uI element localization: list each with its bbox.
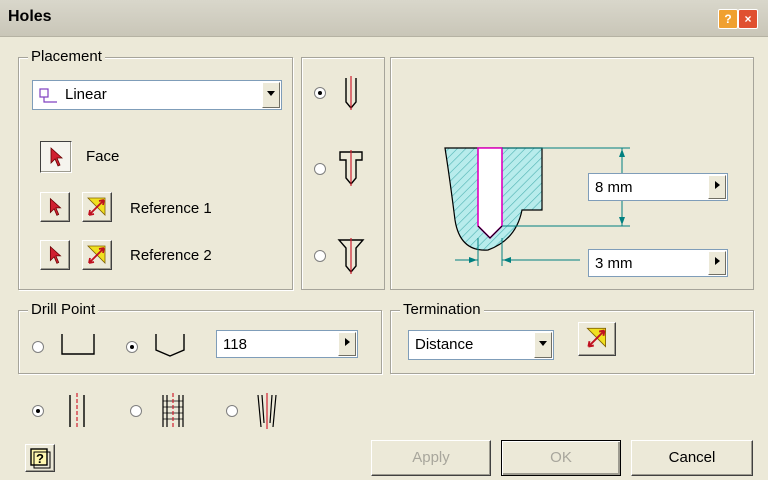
point-angle-menu-button[interactable] <box>338 332 356 356</box>
titlebar-close-button[interactable]: × <box>738 9 758 29</box>
flip-direction-icon <box>586 327 606 348</box>
reference1-flip-button[interactable] <box>82 192 112 222</box>
window-title: Holes <box>8 8 52 25</box>
drilled-hole-icon <box>345 76 357 110</box>
placement-dropdown-button[interactable] <box>262 82 280 108</box>
help-icon: ? <box>30 448 51 469</box>
simple-hole-icon <box>69 393 85 429</box>
ok-button[interactable]: OK <box>501 440 621 476</box>
placement-mode-dropdown[interactable]: Linear <box>32 80 282 110</box>
termination-flip-button[interactable] <box>578 322 616 356</box>
depth-field[interactable]: 8 mm <box>588 173 728 201</box>
chevron-right-icon <box>345 338 350 346</box>
linear-placement-icon <box>39 88 57 103</box>
face-label: Face <box>86 148 120 165</box>
taper-tapped-hole-radio[interactable] <box>226 405 238 417</box>
placement-mode-value: Linear <box>65 86 107 103</box>
close-icon: × <box>744 12 752 26</box>
countersink-hole-icon <box>337 238 365 274</box>
counterbore-hole-icon <box>339 150 363 186</box>
chevron-down-icon <box>539 341 547 346</box>
reference1-label: Reference 1 <box>130 200 212 217</box>
flat-point-icon <box>61 334 95 355</box>
angled-point-radio[interactable] <box>126 341 138 353</box>
chevron-down-icon <box>267 91 275 96</box>
termination-value: Distance <box>415 336 474 353</box>
titlebar-help-button[interactable]: ? <box>718 9 738 29</box>
apply-button[interactable]: Apply <box>371 440 491 476</box>
termination-dropdown-button[interactable] <box>534 332 552 358</box>
simple-hole-radio[interactable] <box>32 405 44 417</box>
cancel-button[interactable]: Cancel <box>631 440 753 476</box>
help-button[interactable]: ? <box>25 444 55 472</box>
chevron-right-icon <box>715 181 720 189</box>
depth-menu-button[interactable] <box>708 175 726 199</box>
reference2-flip-button[interactable] <box>82 240 112 270</box>
tapped-hole-icon <box>162 393 184 429</box>
select-arrow-icon <box>50 147 64 167</box>
point-angle-field[interactable]: 118 <box>216 330 358 358</box>
select-arrow-icon <box>49 245 62 264</box>
point-angle-value: 118 <box>223 336 247 353</box>
countersink-hole-radio[interactable] <box>314 250 326 262</box>
termination-dropdown[interactable]: Distance <box>408 330 554 360</box>
drilled-hole-radio[interactable] <box>314 87 326 99</box>
reference2-label: Reference 2 <box>130 247 212 264</box>
svg-text:?: ? <box>36 451 44 466</box>
select-arrow-icon <box>49 197 62 216</box>
flip-direction-icon <box>87 245 106 264</box>
title-bar[interactable] <box>0 0 768 37</box>
taper-tapped-hole-icon <box>257 393 277 429</box>
diameter-menu-button[interactable] <box>708 251 726 275</box>
angled-point-icon <box>155 334 185 357</box>
drill-point-legend: Drill Point <box>28 301 99 318</box>
reference2-select-button[interactable] <box>40 240 70 270</box>
termination-legend: Termination <box>400 301 484 318</box>
reference1-select-button[interactable] <box>40 192 70 222</box>
flat-point-radio[interactable] <box>32 341 44 353</box>
tapped-hole-radio[interactable] <box>130 405 142 417</box>
placement-legend: Placement <box>28 48 105 65</box>
counterbore-hole-radio[interactable] <box>314 163 326 175</box>
diameter-field[interactable]: 3 mm <box>588 249 728 277</box>
help-icon: ? <box>724 12 732 26</box>
flip-direction-icon <box>87 197 106 216</box>
face-select-button[interactable] <box>40 141 72 173</box>
diameter-value: 3 mm <box>595 255 633 272</box>
chevron-right-icon <box>715 257 720 265</box>
depth-value: 8 mm <box>595 179 633 196</box>
